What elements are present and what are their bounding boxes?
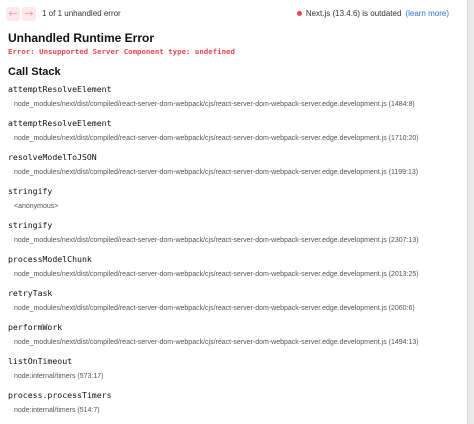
call-stack-frame: stringify node_modules/next/dist/compiled… bbox=[8, 217, 459, 251]
call-stack-frame: stringify <anonymous> bbox=[8, 183, 459, 217]
call-stack-list: attemptResolveElement node_modules/next/d… bbox=[8, 81, 459, 421]
call-stack-frame: process.processTimers node:internal/timer… bbox=[8, 387, 459, 421]
version-text: Next.js (13.4.6) is outdated bbox=[305, 9, 402, 18]
frame-source-location[interactable]: node_modules/next/dist/compiled/react-se… bbox=[14, 236, 459, 246]
frame-source-location[interactable]: node_modules/next/dist/compiled/react-se… bbox=[14, 168, 459, 178]
frame-function-name: retryTask bbox=[8, 288, 53, 298]
frame-source-location[interactable]: <anonymous> bbox=[14, 202, 459, 212]
call-stack-frame: processModelChunk node_modules/next/dist/… bbox=[8, 251, 459, 285]
call-stack-frame: resolveModelToJSON node_modules/next/dist… bbox=[8, 149, 459, 183]
frame-function-name: process.processTimers bbox=[8, 390, 112, 400]
frame-source-location[interactable]: node_modules/next/dist/compiled/react-se… bbox=[14, 100, 459, 110]
learn-more-link[interactable]: (learn more) bbox=[405, 9, 449, 18]
frame-function-name: performWork bbox=[8, 322, 63, 332]
error-message: Error: Unsupported Server Component type… bbox=[8, 47, 235, 56]
call-stack-frame: attemptResolveElement node_modules/next/d… bbox=[8, 115, 459, 149]
frame-function-name: attemptResolveElement bbox=[8, 84, 112, 94]
outdated-dot-icon bbox=[296, 11, 302, 16]
error-overlay-header: ← → 1 of 1 unhandled error Next.js (13.4… bbox=[0, 0, 467, 30]
frame-source-location[interactable]: node:internal/timers (514:7) bbox=[14, 406, 459, 416]
frame-function-name: listOnTimeout bbox=[8, 356, 73, 366]
frame-source-location[interactable]: node:internal/timers (573:17) bbox=[14, 372, 459, 382]
error-title: Unhandled Runtime Error bbox=[8, 31, 155, 45]
error-content: Unhandled Runtime Error Error: Unsupport… bbox=[0, 31, 467, 421]
error-overlay-panel: ← → 1 of 1 unhandled error Next.js (13.4… bbox=[0, 0, 468, 424]
frame-function-name: stringify bbox=[8, 186, 53, 196]
frame-function-name: stringify bbox=[8, 220, 53, 230]
frame-source-location[interactable]: node_modules/next/dist/compiled/react-se… bbox=[14, 304, 459, 314]
version-status: Next.js (13.4.6) is outdated (learn more… bbox=[296, 9, 449, 18]
frame-source-location[interactable]: node_modules/next/dist/compiled/react-se… bbox=[14, 270, 459, 280]
call-stack-frame: retryTask node_modules/next/dist/compiled… bbox=[8, 285, 459, 319]
call-stack-frame: attemptResolveElement node_modules/next/d… bbox=[8, 81, 459, 115]
frame-function-name: processModelChunk bbox=[8, 254, 92, 264]
frame-function-name: attemptResolveElement bbox=[8, 118, 112, 128]
error-counter: 1 of 1 unhandled error bbox=[42, 9, 121, 18]
call-stack-frame: performWork node_modules/next/dist/compil… bbox=[8, 319, 459, 353]
next-error-button[interactable]: → bbox=[22, 7, 36, 21]
frame-source-location[interactable]: node_modules/next/dist/compiled/react-se… bbox=[14, 134, 459, 144]
call-stack-frame: listOnTimeout node:internal/timers (573:1… bbox=[8, 353, 459, 387]
previous-error-button[interactable]: ← bbox=[6, 7, 20, 21]
call-stack-heading: Call Stack bbox=[8, 66, 61, 78]
frame-source-location[interactable]: node_modules/next/dist/compiled/react-se… bbox=[14, 338, 459, 348]
frame-function-name: resolveModelToJSON bbox=[8, 152, 97, 162]
error-navigation: ← → bbox=[6, 7, 36, 21]
